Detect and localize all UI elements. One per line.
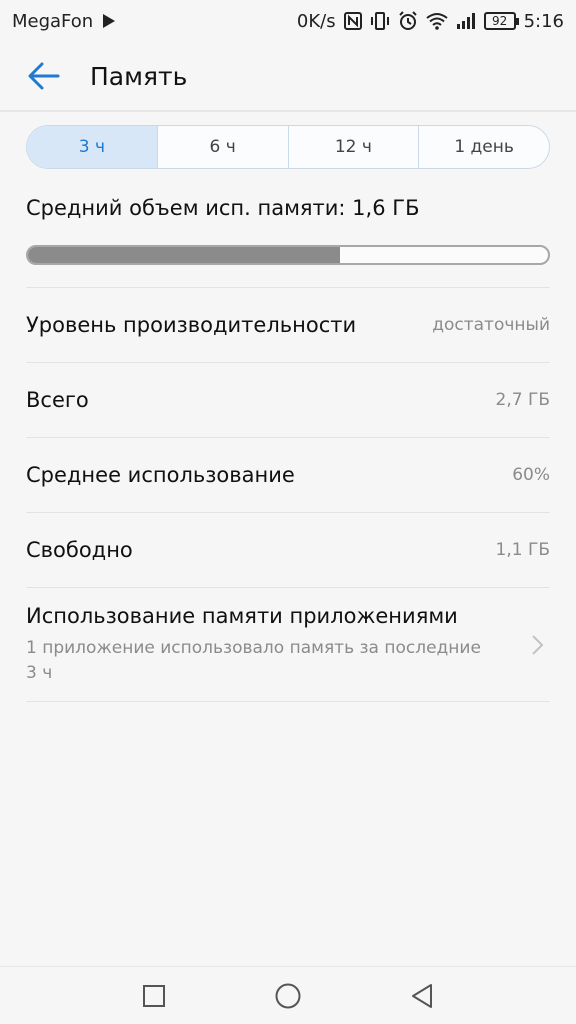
- performance-level-label: Уровень производительности: [26, 313, 357, 337]
- signal-icon: [456, 12, 476, 30]
- tab-1-day[interactable]: 1 день: [419, 126, 549, 168]
- wifi-icon: [425, 12, 448, 30]
- memory-usage-bar: [26, 245, 550, 265]
- free-value: 1,1 ГБ: [495, 540, 550, 560]
- action-bar: Память: [0, 42, 576, 112]
- status-left: MegaFon: [12, 11, 117, 32]
- navigation-bar: [0, 966, 576, 1024]
- row-free: Свободно 1,1 ГБ: [26, 512, 550, 587]
- app-memory-usage-text: Использование памяти приложениями 1 прил…: [26, 604, 496, 686]
- back-arrow-icon[interactable]: [26, 58, 62, 94]
- battery-level: 92: [491, 14, 508, 28]
- average-usage-value: 60%: [512, 465, 550, 485]
- memory-details-list: Уровень производительности достаточный В…: [26, 287, 550, 702]
- recent-apps-icon[interactable]: [132, 974, 176, 1018]
- status-bar: MegaFon 0K/s 92 5:16: [0, 0, 576, 42]
- screen: MegaFon 0K/s 92 5:16 Память 3 ч 6 ч 12 ч…: [0, 0, 576, 1024]
- tab-12h[interactable]: 12 ч: [289, 126, 420, 168]
- play-store-icon: [101, 13, 117, 29]
- clock: 5:16: [523, 10, 564, 32]
- free-label: Свободно: [26, 538, 133, 562]
- app-memory-usage-title: Использование памяти приложениями: [26, 603, 458, 628]
- back-icon[interactable]: [400, 974, 444, 1018]
- row-total: Всего 2,7 ГБ: [26, 362, 550, 437]
- total-value: 2,7 ГБ: [495, 390, 550, 410]
- time-range-tabs: 3 ч 6 ч 12 ч 1 день: [26, 125, 550, 169]
- performance-level-value: достаточный: [432, 315, 550, 335]
- average-usage-label: Средний объем исп. памяти: 1,6 ГБ: [26, 196, 420, 220]
- alarm-icon: [398, 11, 418, 31]
- home-icon[interactable]: [266, 974, 310, 1018]
- memory-usage-bar-fill: [28, 247, 340, 263]
- tab-6h[interactable]: 6 ч: [158, 126, 289, 168]
- total-label: Всего: [26, 388, 89, 412]
- battery-icon: 92: [483, 12, 519, 30]
- average-usage-row-label: Среднее использование: [26, 463, 295, 487]
- row-average-usage: Среднее использование 60%: [26, 437, 550, 512]
- vibrate-icon: [370, 12, 390, 30]
- chevron-right-icon: [526, 633, 550, 657]
- nfc-icon: [343, 12, 362, 30]
- carrier-label: MegaFon: [12, 10, 94, 32]
- app-memory-usage-subtitle: 1 приложение использовало память за посл…: [26, 637, 481, 683]
- tab-3h[interactable]: 3 ч: [27, 126, 158, 168]
- status-right: 0K/s 92 5:16: [297, 11, 564, 32]
- row-performance-level: Уровень производительности достаточный: [26, 287, 550, 362]
- app-memory-usage-item[interactable]: Использование памяти приложениями 1 прил…: [26, 587, 550, 702]
- network-speed: 0K/s: [296, 10, 336, 32]
- page-title: Память: [90, 61, 188, 91]
